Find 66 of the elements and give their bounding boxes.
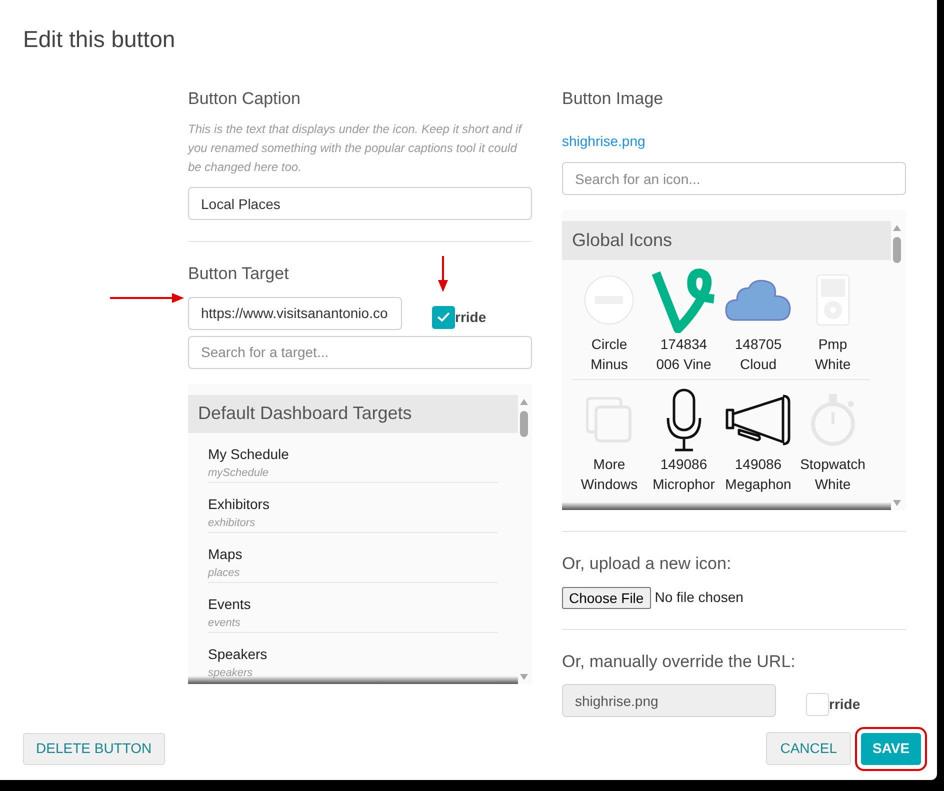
help-text: This is the text that displays under the icon. Keep it short and if you renamed something with the popular captions tool it could be changed here too. [188,121,524,176]
music-player-icon [816,274,850,326]
icon-tile[interactable]: 149086 Megaphon [721,380,796,500]
checkmark-icon [437,312,450,322]
cancel-button[interactable]: CANCEL [766,732,851,765]
scroll-up-icon[interactable] [520,398,528,404]
icon-caption: 148705 Cloud [734,335,782,374]
annotation-arrow [438,256,448,292]
icon-tile[interactable]: 148705 Cloud [721,260,796,380]
scrollbar-thumb[interactable] [520,410,528,436]
target-item[interactable]: My Schedule mySchedule [208,432,498,483]
caption-field[interactable]: Local Places [188,187,532,220]
icon-caption: 174834 006 Vine [656,335,712,374]
choose-file-button[interactable]: Choose File [562,586,651,608]
target-slug: places [208,566,240,582]
checkbox[interactable] [806,693,829,716]
megaphone-icon [725,392,792,448]
delete-button[interactable]: DELETE BUTTON [23,732,165,764]
icon-caption: 149086 Megaphon [725,455,792,494]
icon-tile[interactable]: More Windows [572,380,646,500]
microphone-icon [666,388,702,452]
target-title: Events [208,595,251,614]
target-title: My Schedule [208,444,289,464]
checkbox-label: rride [829,695,860,714]
checkbox[interactable] [432,306,455,328]
target-item[interactable]: Exhibitors exhibitors [208,482,498,534]
url-field[interactable]: https://www.visitsanantonio.co [188,296,402,330]
cloud-icon [725,278,792,322]
override-label: Or, manually override the URL: [562,650,796,672]
target-title: Maps [208,545,242,564]
target-item[interactable]: Events events [208,583,498,634]
list-header: Default Dashboard Targets [188,394,518,433]
search-field[interactable]: Search for an icon... [562,162,906,195]
target-item[interactable]: Speakers speakers [208,633,498,684]
target-slug: mySchedule [208,466,269,481]
icon-caption: Circle Minus [590,335,628,374]
icon-tile[interactable]: Circle Minus [572,260,646,380]
icon-tile[interactable]: Pmp White [796,260,870,380]
target-slug: events [208,616,240,632]
target-title: Exhibitors [208,494,270,514]
section-heading: Button Image [562,88,664,110]
icon-caption: 149086 Microphor [652,455,715,494]
target-title: Speakers [208,645,268,664]
target-slug: speakers [208,666,253,682]
target-item[interactable]: Maps places [208,533,498,584]
scroll-up-icon[interactable] [893,225,901,231]
list-header: Global Icons [562,221,891,260]
search-field[interactable]: Search for a target... [188,336,532,368]
scrollbar-thumb[interactable] [893,237,901,263]
file-status: No file chosen [654,588,744,607]
dialog-title: Edit this button [23,25,176,54]
circle-minus-icon [584,275,634,325]
icon-caption: Stopwatch White [800,455,866,494]
icon-tile[interactable]: 149086 Microphor [646,380,721,500]
checkbox-label: rride [455,308,486,326]
icon-caption: Pmp White [814,335,851,374]
section-heading: Button Caption [188,88,300,110]
v-shape-icon [652,267,716,333]
upload-label: Or, upload a new icon: [562,553,732,575]
scroll-down-icon[interactable] [520,674,528,680]
section-heading: Button Target [188,263,289,285]
icon-tile[interactable]: Stopwatch White [796,380,870,500]
icon-caption: More Windows [580,455,638,494]
icon-tile[interactable]: 174834 006 Vine [646,260,721,380]
target-slug: exhibitors [208,516,256,531]
scroll-down-icon[interactable] [893,500,901,506]
